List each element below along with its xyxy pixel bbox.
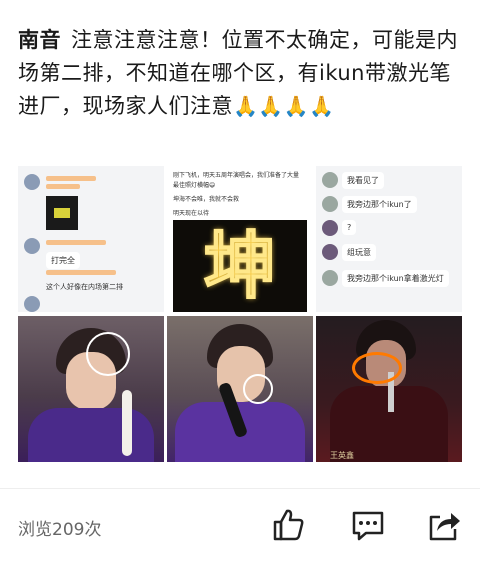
avatar — [322, 270, 338, 286]
view-count: 浏览209次 — [18, 520, 102, 540]
performer-jacket — [28, 408, 154, 462]
annotation-circle — [86, 332, 130, 376]
avatar — [24, 174, 40, 190]
avatar — [322, 244, 338, 260]
image-chat-1[interactable]: 打完全 这个人好像在内场第二排 — [18, 166, 164, 312]
light-sign-text: 坤 — [203, 224, 277, 308]
image-concert-2[interactable] — [167, 316, 313, 462]
post-text: 南音 注意注意注意！位置不太确定，可能是内场第二排，不知道在哪个区，有ikun带激… — [18, 24, 462, 123]
annotation-circle — [243, 374, 273, 404]
microphone — [122, 390, 132, 456]
avatar — [322, 172, 338, 188]
pray-emoji: 🙏🙏🙏🙏 — [233, 94, 335, 118]
comment-icon[interactable] — [350, 507, 386, 543]
image-chat-3[interactable]: 我看见了 我旁边那个ikun了 ? 组玩意 我旁边那个ikun拿着激光灯 — [316, 166, 462, 312]
avatar — [322, 196, 338, 212]
post-footer: 浏览209次 — [0, 488, 480, 567]
avatar — [24, 238, 40, 254]
like-icon[interactable] — [270, 507, 306, 543]
share-icon[interactable] — [426, 507, 462, 543]
avatar — [322, 220, 338, 236]
image-grid: 打完全 这个人好像在内场第二排 刚下飞机，明天五周年演唱会，我们准备了大量 最佳… — [18, 166, 462, 462]
avatar — [24, 296, 40, 312]
image-concert-3[interactable]: 王英鑫 — [316, 316, 462, 462]
chat-bubble: 这个人好像在内场第二排 — [46, 283, 123, 291]
chat-bubble: 打完全 — [46, 252, 80, 269]
image-concert-1[interactable] — [18, 316, 164, 462]
annotation-circle — [352, 352, 402, 384]
light-sign-photo: 坤 — [173, 220, 307, 312]
photo-caption: 王英鑫 — [330, 451, 354, 460]
image-chat-2[interactable]: 刚下飞机，明天五周年演唱会，我们准备了大量 最佳照灯横幅😄 坤海不会唯，我就不会… — [167, 166, 313, 312]
chat-photo-thumb — [46, 196, 78, 230]
author-name[interactable]: 南音 — [18, 28, 61, 52]
